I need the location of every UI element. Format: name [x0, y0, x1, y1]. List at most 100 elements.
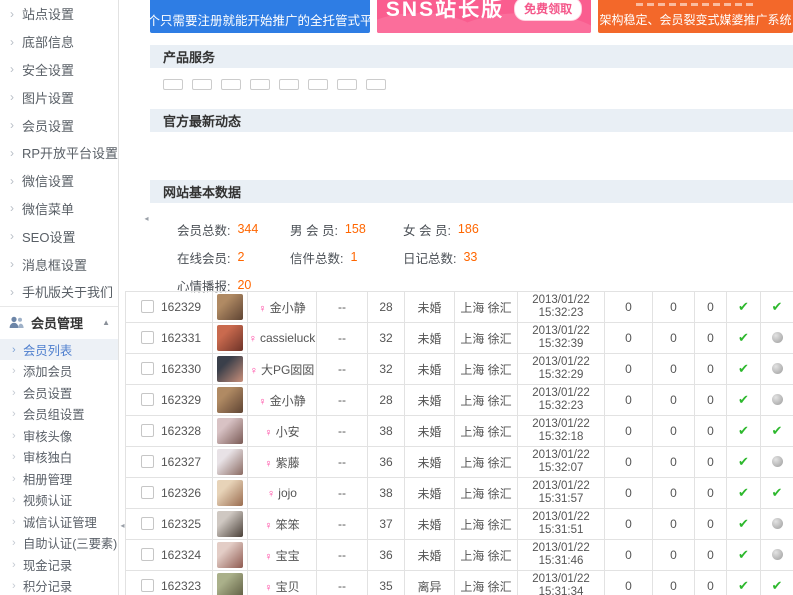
avatar[interactable] — [217, 418, 243, 444]
member-select-cell: 162325 — [125, 508, 213, 540]
verify2-icon[interactable]: ✔ — [772, 299, 783, 314]
sidebar-subitem[interactable]: › 会员设置 — [0, 382, 118, 404]
sidebar-item[interactable]: › 底部信息 — [0, 28, 118, 56]
verified-check-icon[interactable]: ✔ — [738, 423, 749, 438]
sidebar-subitem[interactable]: › 会员列表 — [0, 338, 118, 361]
free-claim-button[interactable]: 免费领取 — [514, 0, 583, 21]
verified-check-icon[interactable]: ✔ — [738, 485, 749, 500]
sidebar-item[interactable]: › 微信设置 — [0, 167, 118, 195]
sidebar-item-label: 手机版关于我们 — [22, 285, 114, 301]
banner-blue-text: 一个只需要注册就能开始推广的全托管式平台 — [150, 14, 370, 28]
stat-value: 344 — [237, 222, 259, 236]
status1-cell: ✔ — [726, 570, 761, 595]
collapse-arrow-icon[interactable]: ▲ — [102, 318, 110, 327]
member-row: 162327 ♀ 紫藤 -- 36 未婚 上海 徐汇 2013/01/22 15:… — [125, 446, 793, 478]
sidebar-subitem[interactable]: › 积分记录 — [0, 575, 118, 595]
row-checkbox[interactable] — [141, 548, 154, 561]
product-link-button[interactable] — [192, 79, 212, 90]
sidebar-subitem[interactable]: › 视频认证 — [0, 489, 118, 511]
sidebar-item[interactable]: › 微信菜单 — [0, 195, 118, 223]
member-row: 162328 ♀ 小安 -- 38 未婚 上海 徐汇 2013/01/22 15:… — [125, 415, 793, 447]
sidebar-subitem-label: 诚信认证管理 — [23, 515, 97, 530]
row-checkbox[interactable] — [141, 393, 154, 406]
banner-sns-webmaster[interactable]: SNS站长版 免费领取 — [377, 0, 591, 33]
verified-check-icon[interactable]: ✔ — [738, 516, 749, 531]
avatar[interactable] — [217, 387, 243, 413]
sidebar-subitem[interactable]: › 审核独白 — [0, 446, 118, 468]
verify2-icon[interactable] — [771, 549, 783, 560]
female-icon: ♀ — [248, 333, 257, 345]
sidebar-subitem[interactable]: › 诚信认证管理 — [0, 511, 118, 533]
sidebar-item[interactable]: › 站点设置 — [0, 0, 118, 28]
avatar[interactable] — [217, 542, 243, 568]
sidebar-item[interactable]: › 安全设置 — [0, 56, 118, 84]
verified-check-icon[interactable]: ✔ — [738, 361, 749, 376]
product-link-button[interactable] — [221, 79, 241, 90]
sidebar-item[interactable]: › SEO设置 — [0, 222, 118, 250]
avatar[interactable] — [217, 294, 243, 320]
reg-date: 2013/01/22 — [532, 356, 590, 368]
row-checkbox[interactable] — [141, 424, 154, 437]
sidebar-section-member-management[interactable]: 会员管理 ▲ — [0, 305, 118, 339]
verify2-icon[interactable]: ✔ — [772, 485, 783, 500]
sidebar-subitem[interactable]: › 审核头像 — [0, 425, 118, 447]
avatar[interactable] — [217, 356, 243, 382]
sidebar-item[interactable]: › 手机版关于我们 — [0, 278, 118, 306]
sidebar-subitem[interactable]: › 相册管理 — [0, 468, 118, 490]
avatar[interactable] — [217, 480, 243, 506]
verify2-icon[interactable] — [771, 363, 783, 374]
sidebar-item[interactable]: › 消息框设置 — [0, 250, 118, 278]
banner-matchmaker-system[interactable]: 架构稳定、会员裂变式媒婆推广系统 — [598, 0, 793, 33]
verified-check-icon[interactable]: ✔ — [738, 392, 749, 407]
row-checkbox[interactable] — [141, 300, 154, 313]
banner-hosted-platform[interactable]: 一个只需要注册就能开始推广的全托管式平台 — [150, 0, 370, 33]
member-name-cell: ♀ 大PG囡囡 — [247, 353, 317, 385]
sidebar-item[interactable]: › 图片设置 — [0, 83, 118, 111]
sidebar-item[interactable]: › RP开放平台设置 — [0, 139, 118, 167]
reg-time: 15:31:46 — [538, 555, 584, 567]
row-checkbox[interactable] — [141, 331, 154, 344]
sidebar-subitem[interactable]: › 自助认证(三要素) — [0, 532, 118, 554]
product-link-button[interactable] — [308, 79, 328, 90]
status1-cell: ✔ — [726, 322, 761, 354]
banner-orange-text: 架构稳定、会员裂变式媒婆推广系统 — [599, 13, 792, 27]
sidebar-subitem[interactable]: › 现金记录 — [0, 554, 118, 576]
avatar[interactable] — [217, 325, 243, 351]
avatar[interactable] — [217, 511, 243, 537]
verify2-icon[interactable] — [771, 332, 783, 343]
verify2-icon[interactable]: ✔ — [772, 423, 783, 438]
product-link-button[interactable] — [366, 79, 386, 90]
avatar[interactable] — [217, 573, 243, 595]
sidebar-subitem[interactable]: › 添加会员 — [0, 360, 118, 382]
product-link-button[interactable] — [279, 79, 299, 90]
verify2-icon[interactable] — [771, 394, 783, 405]
row-checkbox[interactable] — [141, 362, 154, 375]
stat-value: 1 — [350, 250, 358, 264]
verify2-icon[interactable] — [771, 456, 783, 467]
verified-check-icon[interactable]: ✔ — [738, 330, 749, 345]
sidebar-item[interactable]: › 会员设置 — [0, 111, 118, 139]
member-select-cell: 162323 — [125, 570, 213, 595]
sidebar-subitem[interactable]: › 会员组设置 — [0, 403, 118, 425]
status2-cell — [760, 539, 793, 571]
status1-cell: ✔ — [726, 291, 761, 323]
row-checkbox[interactable] — [141, 579, 154, 592]
row-checkbox[interactable] — [141, 486, 154, 499]
row-checkbox[interactable] — [141, 517, 154, 530]
verified-check-icon[interactable]: ✔ — [738, 578, 749, 593]
count2-cell: 0 — [652, 508, 695, 540]
reg-date: 2013/01/22 — [532, 387, 590, 399]
sidebar-settings-menu: › 站点设置 › 底部信息 › 安全设置 › 图片设置 › 会员设置 › RP开… — [0, 0, 118, 306]
verify2-icon[interactable] — [771, 518, 783, 529]
verify2-icon[interactable]: ✔ — [772, 578, 783, 593]
member-avatar-cell — [212, 322, 248, 354]
verified-check-icon[interactable]: ✔ — [738, 547, 749, 562]
product-link-button[interactable] — [163, 79, 183, 90]
verified-check-icon[interactable]: ✔ — [738, 299, 749, 314]
product-link-button[interactable] — [337, 79, 357, 90]
avatar[interactable] — [217, 449, 243, 475]
verified-check-icon[interactable]: ✔ — [738, 454, 749, 469]
row-checkbox[interactable] — [141, 455, 154, 468]
status2-cell — [760, 322, 793, 354]
product-link-button[interactable] — [250, 79, 270, 90]
